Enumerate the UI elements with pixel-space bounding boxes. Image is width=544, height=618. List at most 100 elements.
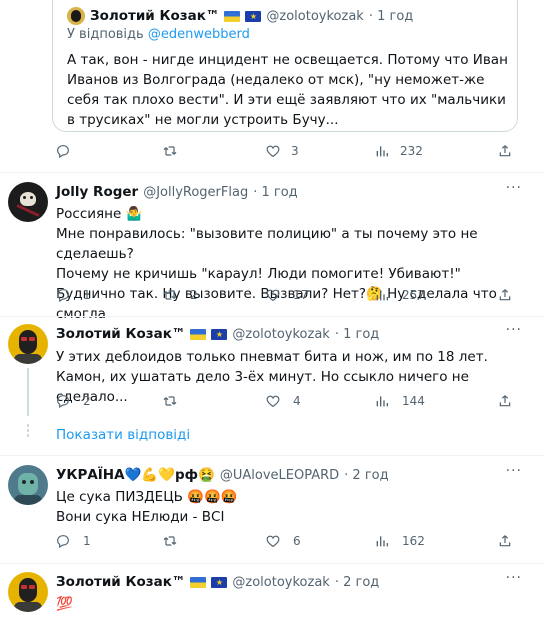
reply-count: 1 xyxy=(83,534,91,548)
retweet-icon xyxy=(162,143,178,159)
views-button[interactable]: 162 xyxy=(374,533,425,549)
avatar[interactable] xyxy=(8,324,48,364)
author-name[interactable]: Золотий Козак™ xyxy=(56,326,185,342)
thread-line xyxy=(27,368,29,416)
author-handle[interactable]: @UAloveLEOPARD xyxy=(220,468,339,483)
like-count: 17 xyxy=(293,288,309,302)
views-button[interactable]: 232 xyxy=(374,143,423,159)
tweet-text: Россияне 🤷‍♂️ Мне понравилось: "вызовите… xyxy=(56,204,522,324)
timestamp[interactable]: · 1 год xyxy=(253,185,297,200)
share-button[interactable] xyxy=(497,143,513,159)
views-button[interactable]: 144 xyxy=(374,393,425,409)
share-icon xyxy=(497,287,513,303)
more-icon[interactable]: ··· xyxy=(506,180,522,196)
reply-button[interactable]: 2 xyxy=(55,393,91,409)
reply-prefix: У відповідь xyxy=(67,27,144,42)
share-icon xyxy=(497,533,513,549)
author-handle[interactable]: @zolotoykozak xyxy=(232,327,329,342)
ukraine-flag-icon xyxy=(224,10,241,22)
quoted-tweet-header: Золотий Козак™ ★ @zolotoykozak · 1 год xyxy=(67,7,413,25)
like-count: 4 xyxy=(293,394,301,408)
share-button[interactable] xyxy=(497,533,513,549)
retweet-button[interactable] xyxy=(162,533,178,549)
tweet-header: Jolly Roger @JollyRogerFlag · 1 год xyxy=(56,184,298,200)
like-icon xyxy=(265,143,281,159)
views-count: 232 xyxy=(400,144,423,158)
timestamp[interactable]: · 1 год xyxy=(335,327,379,342)
more-icon[interactable]: ··· xyxy=(506,463,522,479)
retweet-icon xyxy=(162,393,178,409)
retweet-icon xyxy=(162,287,178,303)
reply-count: 1 xyxy=(83,288,91,302)
tweet-line: Россияне 🤷‍♂️ xyxy=(56,206,143,222)
views-count: 257 xyxy=(402,288,425,302)
quoted-tweet-text: А так, вон - нигде инцидент не освещаетс… xyxy=(67,52,508,128)
author-name[interactable]: Золотий Козак™ xyxy=(56,574,185,590)
eu-flag-icon: ★ xyxy=(211,328,228,340)
divider xyxy=(0,563,544,564)
timestamp[interactable]: · 2 год xyxy=(344,468,388,483)
thread-dots xyxy=(24,424,32,439)
retweet-icon xyxy=(162,533,178,549)
retweet-button[interactable]: 2 xyxy=(162,287,198,303)
like-button[interactable]: 3 xyxy=(265,143,299,159)
avatar[interactable] xyxy=(8,465,48,505)
reply-button[interactable] xyxy=(55,143,71,159)
like-icon xyxy=(265,393,281,409)
reply-icon xyxy=(55,287,71,303)
tweet-line: Мне понравилось: "вызовите полицию" а ты… xyxy=(56,226,478,262)
share-icon xyxy=(497,143,513,159)
show-replies-link[interactable]: Показати відповіді xyxy=(56,427,190,443)
author-handle[interactable]: @JollyRogerFlag xyxy=(143,185,248,200)
author-handle[interactable]: @zolotoykozak xyxy=(266,9,363,24)
share-button[interactable] xyxy=(497,287,513,303)
views-button[interactable]: 257 xyxy=(374,287,425,303)
like-button[interactable]: 4 xyxy=(265,393,301,409)
ukraine-flag-icon xyxy=(190,576,207,588)
more-icon[interactable]: ··· xyxy=(506,570,522,586)
tweet-text: Це сука ПИЗДЕЦЬ 🤬🤬🤬 Вони сука НЕлюди - В… xyxy=(56,487,522,527)
like-count: 6 xyxy=(293,534,301,548)
reply-icon xyxy=(55,143,71,159)
views-count: 162 xyxy=(402,534,425,548)
like-button[interactable]: 6 xyxy=(265,533,301,549)
reply-icon xyxy=(55,393,71,409)
like-count: 3 xyxy=(291,144,299,158)
avatar[interactable] xyxy=(67,7,85,25)
reply-button[interactable]: 1 xyxy=(55,533,91,549)
reply-to-link[interactable]: @edenwebberd xyxy=(148,27,250,42)
share-icon xyxy=(497,393,513,409)
author-name[interactable]: Золотий Козак™ xyxy=(90,8,219,24)
avatar[interactable] xyxy=(8,572,48,612)
tweet-header: Золотий Козак™ ★ @zolotoykozak · 2 год xyxy=(56,574,379,590)
reply-button[interactable]: 1 xyxy=(55,287,91,303)
views-icon xyxy=(374,143,390,159)
retweet-button[interactable] xyxy=(162,393,178,409)
tweet-header: Золотий Козак™ ★ @zolotoykozak · 1 год xyxy=(56,326,379,342)
quoted-tweet-card[interactable]: Золотий Козак™ ★ @zolotoykozak · 1 год У… xyxy=(52,0,518,132)
timestamp[interactable]: · 2 год xyxy=(335,575,379,590)
avatar[interactable] xyxy=(8,182,48,222)
tweet-line: Почему не кричишь "караул! Люди помогите… xyxy=(56,266,461,282)
author-name[interactable]: УКРАЇНА💙💪💛рф🤮 xyxy=(56,467,215,483)
views-icon xyxy=(374,287,390,303)
reply-context: У відповідь @edenwebberd xyxy=(67,27,250,42)
views-count: 144 xyxy=(402,394,425,408)
eu-flag-icon: ★ xyxy=(245,10,262,22)
like-button[interactable]: 17 xyxy=(265,287,308,303)
author-name[interactable]: Jolly Roger xyxy=(56,184,138,200)
tweet-text: 💯 xyxy=(56,596,73,612)
like-icon xyxy=(265,287,281,303)
tweet-line: Вони сука НЕлюди - ВСІ xyxy=(56,509,225,525)
retweet-count: 2 xyxy=(190,288,198,302)
more-icon[interactable]: ··· xyxy=(506,322,522,338)
eu-flag-icon: ★ xyxy=(211,576,228,588)
reply-icon xyxy=(55,533,71,549)
divider xyxy=(0,172,544,173)
timestamp[interactable]: · 1 год xyxy=(369,9,413,24)
retweet-button[interactable] xyxy=(162,143,178,159)
author-handle[interactable]: @zolotoykozak xyxy=(232,575,329,590)
divider xyxy=(0,316,544,317)
reply-count: 2 xyxy=(83,394,91,408)
share-button[interactable] xyxy=(497,393,513,409)
